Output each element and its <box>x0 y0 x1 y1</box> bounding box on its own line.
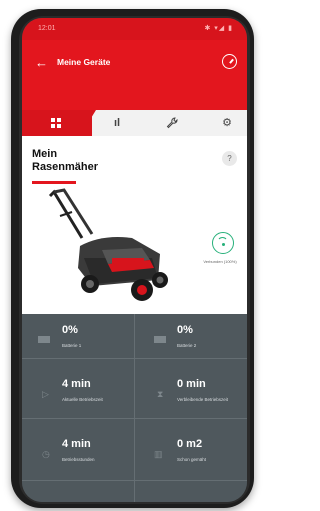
help-button[interactable]: ? <box>222 151 237 166</box>
hourglass-icon: ⧗ <box>157 389 164 399</box>
device-title-line2: Rasenmäher <box>32 161 99 173</box>
grid-icon <box>51 118 61 128</box>
operating-hours-label: Betriebsstunden <box>62 457 95 462</box>
battery1-label: Batterie 1 <box>62 343 82 348</box>
tab-settings[interactable]: ⚙ <box>220 117 234 129</box>
back-arrow-icon[interactable]: ← <box>35 56 48 69</box>
current-runtime-label: Aktuelle Betriebszeit <box>62 397 103 402</box>
tab-active-slant <box>80 110 96 136</box>
clock-icon: ◷ <box>42 449 50 459</box>
battery2-label: Batterie 2 <box>177 343 197 348</box>
mowed-area-label: Schon gemäht <box>177 457 207 462</box>
tab-statistics[interactable]: ıl <box>110 117 124 129</box>
header-bar <box>22 40 247 110</box>
device-title-line1: Mein <box>32 148 58 160</box>
battery-icon <box>154 336 166 343</box>
battery-icon <box>38 336 50 343</box>
page-title: Meine Geräte <box>57 57 111 67</box>
remaining-runtime-label: Verbleibende Betriebszeit <box>177 397 229 402</box>
divider <box>134 314 135 502</box>
title-underline <box>32 181 76 184</box>
tab-maintenance[interactable] <box>165 117 179 129</box>
battery1-value: 0% <box>62 324 78 336</box>
mowed-area-value: 0 m2 <box>177 438 203 450</box>
connection-status: Verbunden (100%) <box>203 259 237 264</box>
play-icon: ▷ <box>42 389 49 399</box>
lawn-mower-image <box>48 188 168 301</box>
remaining-runtime-value: 0 min <box>177 378 206 390</box>
speedometer-icon[interactable] <box>222 54 237 69</box>
screen-content: ← Meine Geräte ıl ⚙ Mein Rasenmäher ? Ve… <box>22 18 247 502</box>
wrench-icon <box>166 117 178 129</box>
current-runtime-value: 4 min <box>62 378 91 390</box>
lawn-icon: ▥ <box>154 449 163 459</box>
wifi-icon <box>212 232 234 254</box>
operating-hours-value: 4 min <box>62 438 91 450</box>
battery2-value: 0% <box>177 324 193 336</box>
